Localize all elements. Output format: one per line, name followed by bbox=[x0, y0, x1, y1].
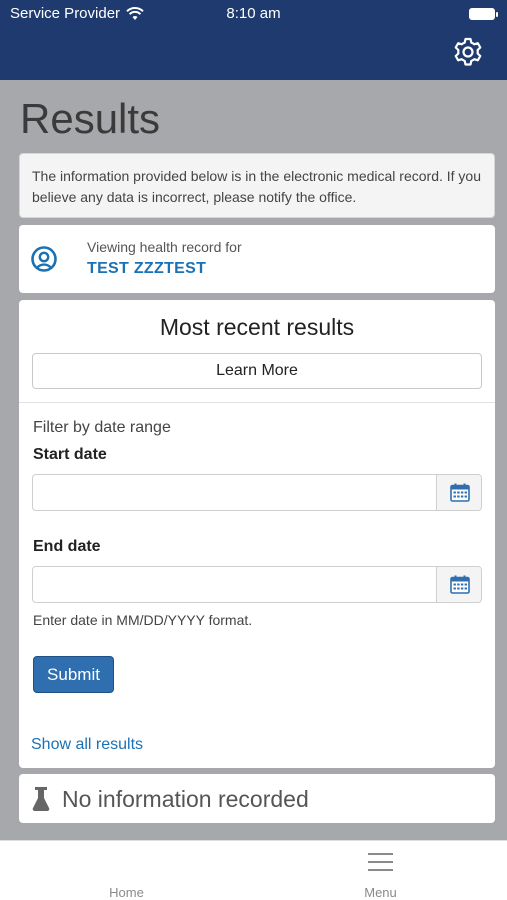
gear-icon[interactable] bbox=[453, 37, 483, 67]
patient-card: Viewing health record for TEST ZZZTEST bbox=[19, 225, 495, 293]
patient-name: TEST ZZZTEST bbox=[87, 260, 207, 277]
battery-icon bbox=[469, 8, 498, 20]
status-time: 8:10 am bbox=[226, 5, 281, 22]
results-card: Most recent results Learn More Filter by… bbox=[19, 300, 495, 768]
start-date-calendar-button[interactable] bbox=[436, 475, 481, 510]
no-info-card: No information recorded bbox=[19, 774, 495, 823]
tab-menu[interactable]: Menu bbox=[254, 841, 507, 900]
filter-label: Filter by date range bbox=[33, 419, 171, 436]
submit-button[interactable]: Submit bbox=[33, 656, 114, 693]
viewing-label: Viewing health record for bbox=[87, 239, 242, 255]
results-title: Most recent results bbox=[159, 314, 355, 340]
divider bbox=[19, 402, 495, 403]
calendar-icon bbox=[450, 483, 470, 502]
end-date-calendar-button[interactable] bbox=[436, 567, 481, 602]
emr-notice: The information provided below is in the… bbox=[19, 153, 495, 218]
learn-more-button[interactable]: Learn More bbox=[32, 353, 482, 389]
test-tube-icon bbox=[32, 787, 50, 811]
tab-home[interactable]: Home bbox=[0, 841, 253, 900]
start-date-field bbox=[32, 474, 482, 511]
start-date-input[interactable] bbox=[33, 475, 436, 510]
end-date-input[interactable] bbox=[33, 567, 436, 602]
calendar-icon bbox=[450, 575, 470, 594]
no-info-text: No information recorded bbox=[62, 786, 309, 812]
show-all-results-link[interactable]: Show all results bbox=[31, 736, 143, 754]
app-header: Service Provider 8:10 am bbox=[0, 0, 507, 80]
start-date-label: Start date bbox=[33, 446, 107, 463]
tab-menu-label: Menu bbox=[364, 885, 397, 900]
status-bar: Service Provider 8:10 am bbox=[0, 0, 507, 28]
tab-bar: Home Menu bbox=[0, 840, 507, 900]
tab-home-label: Home bbox=[109, 885, 144, 900]
end-date-label: End date bbox=[33, 538, 101, 555]
end-date-field bbox=[32, 566, 482, 603]
user-circle-icon bbox=[31, 246, 57, 272]
date-format-hint: Enter date in MM/DD/YYYY format. bbox=[33, 612, 253, 628]
page-title: Results bbox=[20, 95, 161, 142]
hamburger-icon bbox=[368, 853, 393, 873]
